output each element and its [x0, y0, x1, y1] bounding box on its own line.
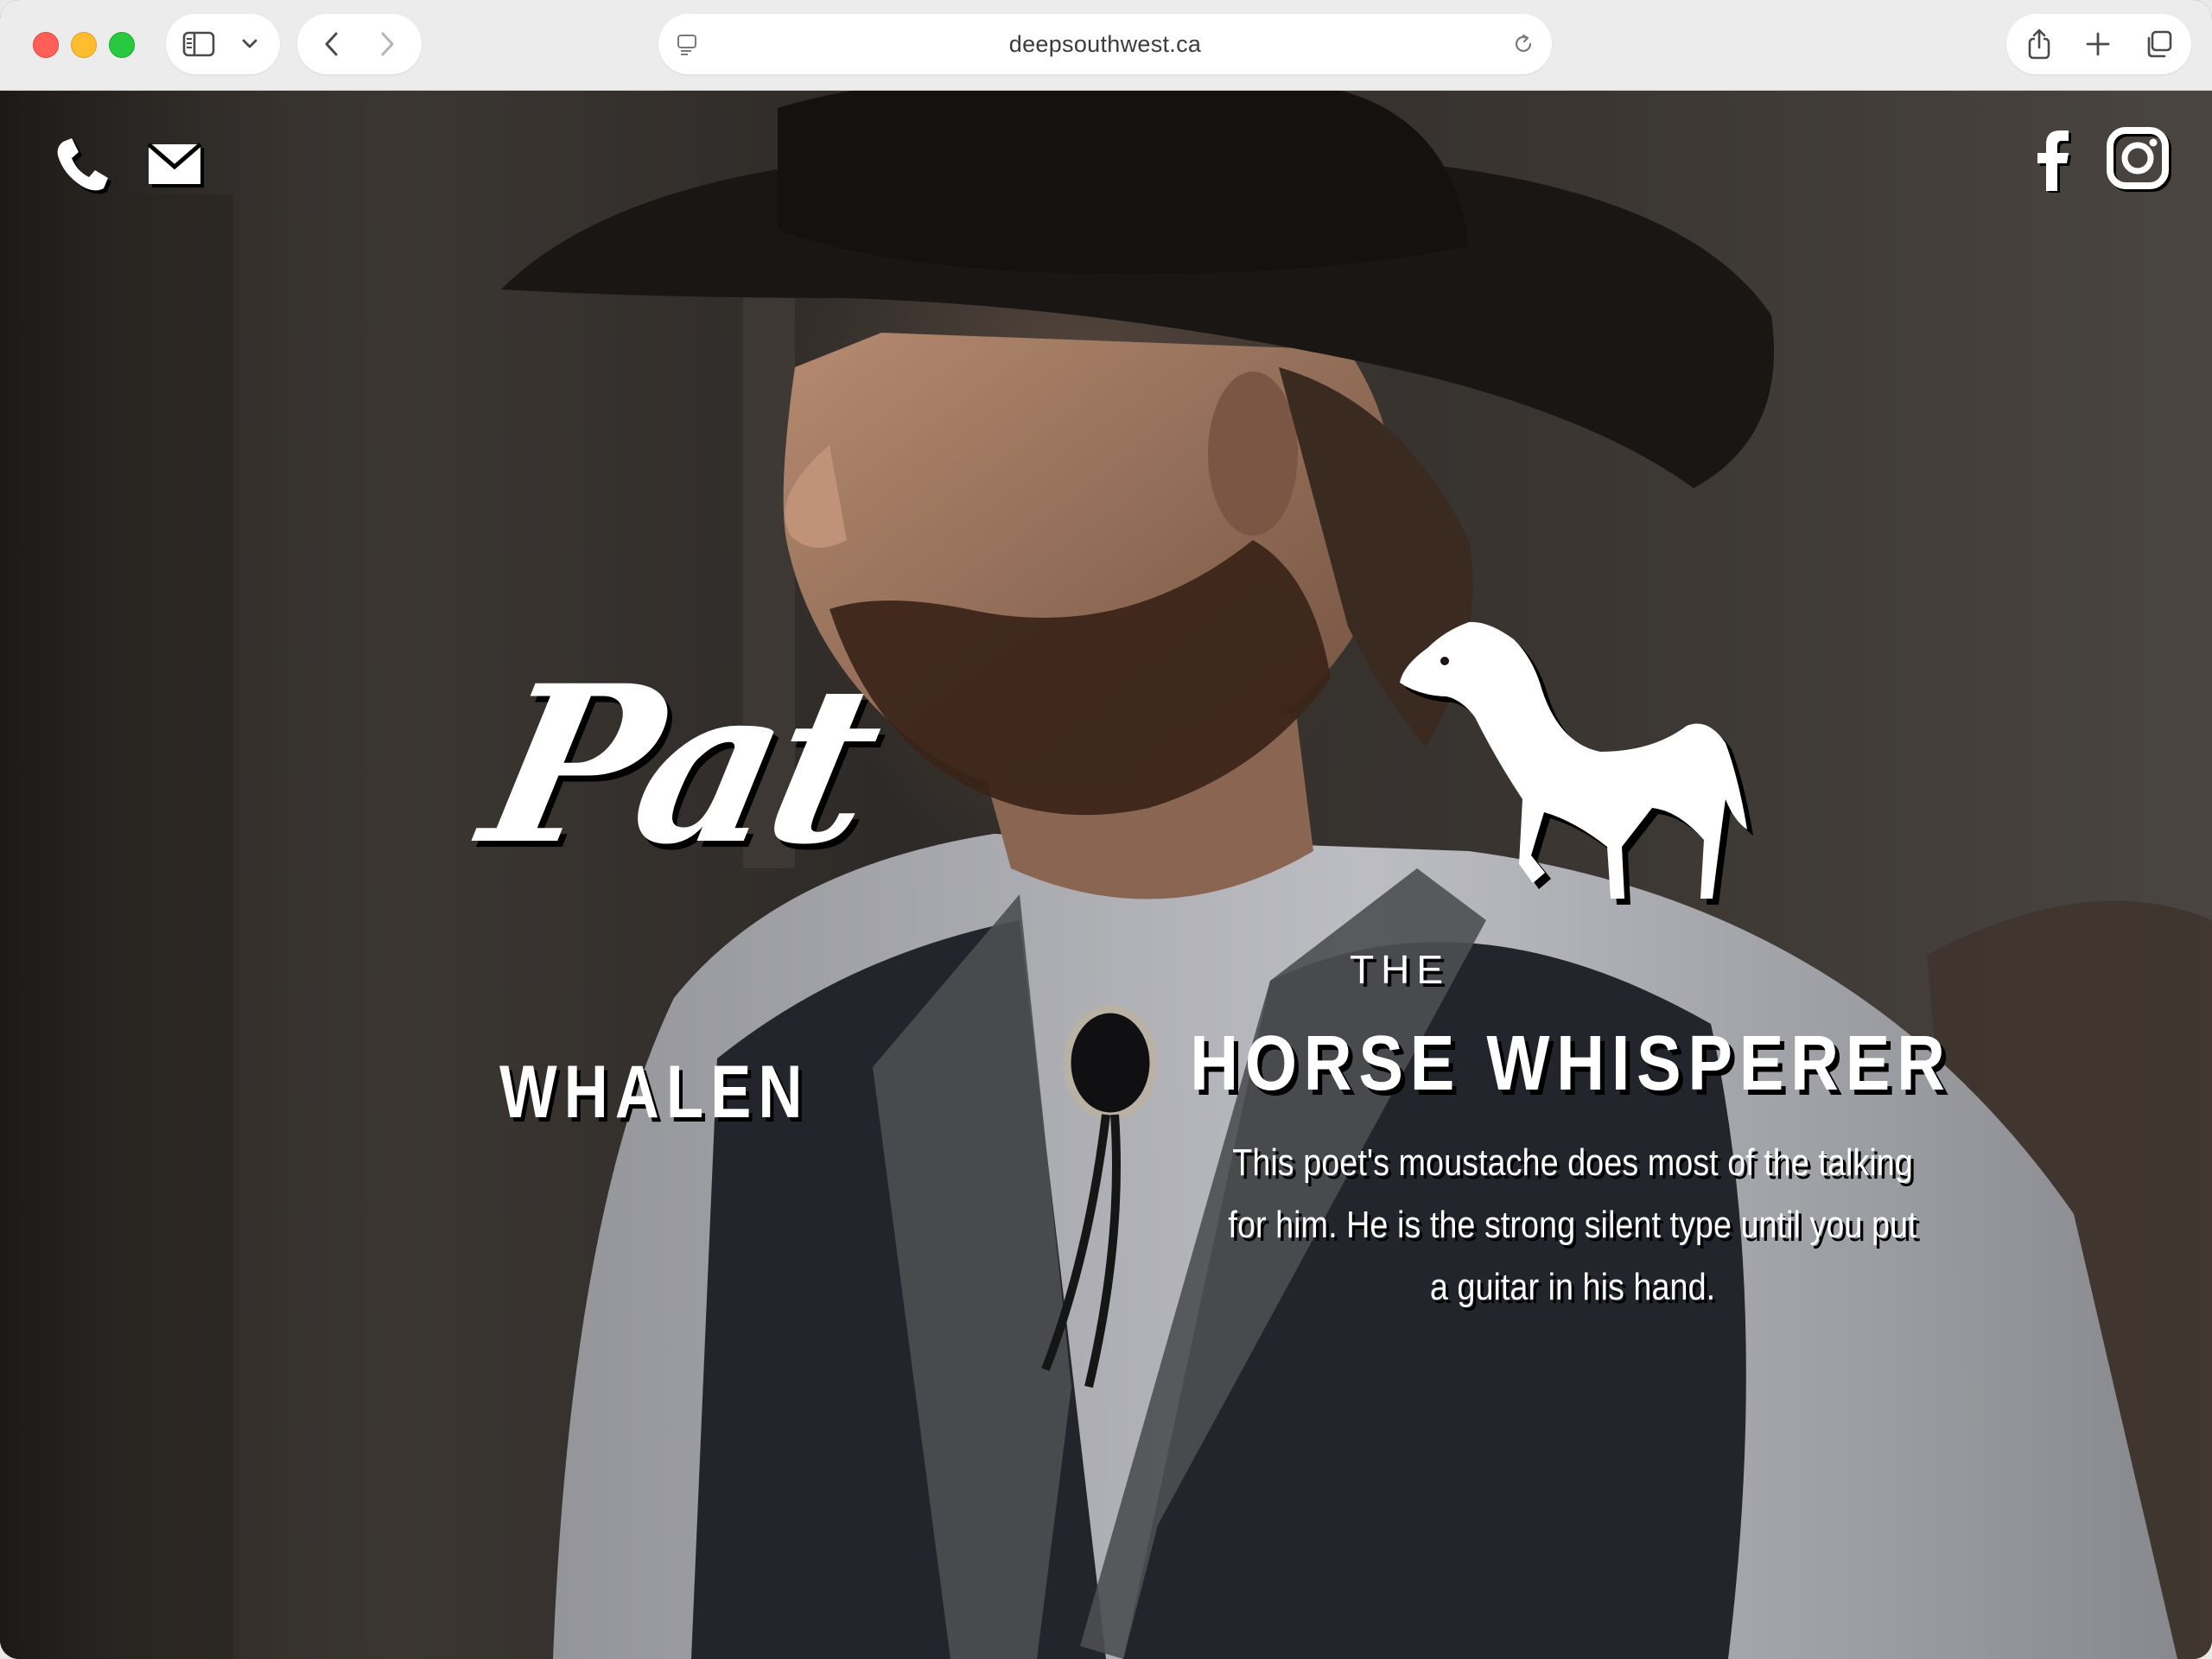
address-bar[interactable]: deepsouthwest.ca: [658, 14, 1552, 74]
hero-section: Pat WHALEN THE HORSE WHISPERER This poet…: [0, 91, 2212, 1659]
close-window-button[interactable]: [33, 32, 59, 58]
first-name-script: Pat: [465, 638, 895, 892]
reload-icon[interactable]: [1509, 31, 1538, 57]
back-arrow-icon[interactable]: [316, 29, 347, 60]
forward-arrow-icon[interactable]: [372, 29, 403, 60]
window-actions-group: [2006, 14, 2191, 74]
instagram-icon[interactable]: [2105, 125, 2174, 194]
last-name-heading: WHALEN: [499, 1051, 810, 1134]
horse-icon: [1400, 621, 1753, 905]
hero-photo: [0, 91, 2212, 1659]
mail-icon[interactable]: [143, 136, 209, 193]
zoom-window-button[interactable]: [109, 32, 135, 58]
history-nav-group: [297, 14, 422, 74]
sidebar-icon[interactable]: [181, 29, 216, 60]
browser-window: deepsouthwest.ca Pat WHALEN THE HORSE WH…: [0, 0, 2212, 1659]
facebook-icon[interactable]: [2025, 125, 2077, 194]
minimize-window-button[interactable]: [71, 32, 97, 58]
sidebar-toggle-group: [166, 14, 280, 74]
browser-toolbar: deepsouthwest.ca: [0, 0, 2212, 91]
hero-title: HORSE WHISPERER: [1190, 1020, 1952, 1107]
hero-tagline: This poet's moustache does most of the t…: [1228, 1141, 1917, 1308]
phone-icon[interactable]: [48, 132, 114, 198]
share-icon[interactable]: [2022, 26, 2056, 62]
title-prefix: THE: [1350, 947, 1450, 992]
chevron-down-icon[interactable]: [237, 33, 263, 55]
url-text[interactable]: deepsouthwest.ca: [658, 14, 1552, 74]
tabs-overview-icon[interactable]: [2141, 29, 2176, 60]
plus-icon[interactable]: [2082, 29, 2113, 60]
